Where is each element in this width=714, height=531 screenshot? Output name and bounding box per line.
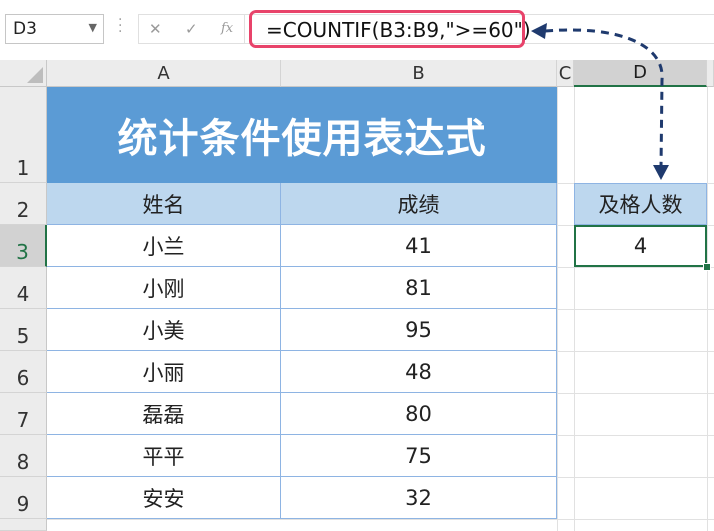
row-header-3[interactable]: 3 xyxy=(0,225,47,267)
name-cell[interactable]: 小兰 xyxy=(47,225,281,267)
name-cell[interactable]: 安安 xyxy=(47,477,281,519)
chevron-down-icon[interactable]: ▼ xyxy=(89,21,97,34)
name-cell[interactable]: 小刚 xyxy=(47,267,281,309)
name-box-value: D3 xyxy=(13,19,37,39)
select-all-button[interactable] xyxy=(0,60,47,87)
name-cell[interactable]: 磊磊 xyxy=(47,393,281,435)
score-cell[interactable]: 75 xyxy=(281,435,557,477)
result-header-cell[interactable]: 及格人数 xyxy=(574,183,707,225)
header-cell-score[interactable]: 成绩 xyxy=(281,183,557,225)
header-cell-name[interactable]: 姓名 xyxy=(47,183,281,225)
score-cell[interactable]: 48 xyxy=(281,351,557,393)
row-header-2[interactable]: 2 xyxy=(0,183,47,225)
row-header-7[interactable]: 7 xyxy=(0,393,47,435)
row-header-10[interactable] xyxy=(0,519,47,531)
column-header-c[interactable]: C xyxy=(557,60,574,87)
formula-text[interactable]: =COUNTIF(B3:B9,">=60") xyxy=(266,18,531,42)
fill-handle[interactable] xyxy=(703,263,711,271)
score-cell[interactable]: 80 xyxy=(281,393,557,435)
title-cell[interactable]: 统计条件使用表达式 xyxy=(47,87,557,183)
row-header-9[interactable]: 9 xyxy=(0,477,47,519)
formula-bar: D3 ▼ · · · ✕ ✓ fx =COUNTIF(B3:B9,">=60") xyxy=(0,0,714,60)
enter-icon[interactable]: ✓ xyxy=(185,20,198,38)
row-header-1[interactable]: 1 xyxy=(0,87,47,183)
column-header-e[interactable] xyxy=(707,60,714,87)
insert-function-icon[interactable]: fx xyxy=(221,21,233,36)
name-box[interactable]: D3 ▼ xyxy=(5,14,104,44)
score-cell[interactable]: 41 xyxy=(281,225,557,267)
score-cell[interactable]: 81 xyxy=(281,267,557,309)
name-cell[interactable]: 小美 xyxy=(47,309,281,351)
row-header-4[interactable]: 4 xyxy=(0,267,47,309)
column-header-b[interactable]: B xyxy=(281,60,557,87)
row-header-8[interactable]: 8 xyxy=(0,435,47,477)
gridline xyxy=(47,519,714,520)
score-cell[interactable]: 32 xyxy=(281,477,557,519)
drag-handle-icon[interactable]: · · · xyxy=(118,13,122,39)
name-cell[interactable]: 平平 xyxy=(47,435,281,477)
column-header-a[interactable]: A xyxy=(47,60,281,87)
column-header-d[interactable]: D xyxy=(574,60,707,87)
row-header-6[interactable]: 6 xyxy=(0,351,47,393)
name-cell[interactable]: 小丽 xyxy=(47,351,281,393)
cancel-icon[interactable]: ✕ xyxy=(149,20,162,38)
formula-buttons: ✕ ✓ fx xyxy=(138,14,245,44)
row-header-5[interactable]: 5 xyxy=(0,309,47,351)
result-value-cell[interactable]: 4 xyxy=(574,225,707,267)
score-cell[interactable]: 95 xyxy=(281,309,557,351)
